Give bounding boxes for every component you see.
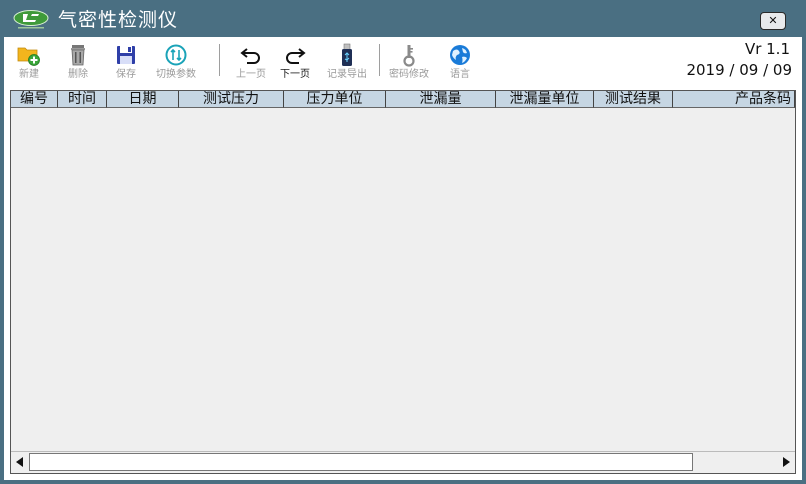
key-icon — [403, 45, 415, 67]
column-header-barcode[interactable]: 产品条码 — [673, 91, 795, 108]
version-text: Vr 1.1 — [744, 40, 790, 58]
next-page-button[interactable]: 下一页 — [270, 39, 320, 83]
switch-params-button[interactable]: 切换参数 — [151, 39, 201, 83]
language-button[interactable]: 语言 — [435, 39, 485, 83]
column-header-id[interactable]: 编号 — [11, 91, 58, 108]
redo-arrow-icon — [286, 48, 306, 64]
records-table[interactable]: 编号 时间 日期 测试压力 压力单位 泄漏量 泄漏量单位 测试结果 产品条码 — [10, 90, 796, 474]
close-button[interactable] — [760, 12, 786, 30]
switch-params-label: 切换参数 — [156, 69, 196, 80]
switch-arrows-icon — [165, 44, 187, 66]
trash-icon — [71, 45, 85, 66]
window-title: 气密性检测仪 — [58, 9, 179, 31]
column-header-pressure-unit[interactable]: 压力单位 — [284, 91, 386, 108]
date-text: 2019 / 09 / 09 — [686, 61, 792, 79]
toolbar: 新建 删除 保存 切换参数 上一页 下一页 记录导出 密码修改 语言 Vr 1.… — [4, 37, 802, 84]
scroll-right-icon[interactable] — [777, 452, 795, 472]
usb-drive-icon — [342, 43, 352, 66]
app-window: 气密性检测仪 新建 — [0, 0, 806, 484]
title-bar[interactable]: 气密性检测仪 — [0, 0, 806, 37]
export-records-button[interactable]: 记录导出 — [322, 39, 372, 83]
table-header: 编号 时间 日期 测试压力 压力单位 泄漏量 泄漏量单位 测试结果 产品条码 — [11, 91, 795, 108]
horizontal-scrollbar[interactable] — [11, 451, 795, 473]
column-header-test-result[interactable]: 测试结果 — [594, 91, 673, 108]
scrollbar-thumb[interactable] — [29, 453, 693, 471]
change-password-button[interactable]: 密码修改 — [384, 39, 434, 83]
column-header-test-pressure[interactable]: 测试压力 — [179, 91, 284, 108]
language-label: 语言 — [450, 69, 470, 80]
scroll-left-icon[interactable] — [11, 452, 29, 472]
column-header-time[interactable]: 时间 — [58, 91, 107, 108]
column-header-leak-amount[interactable]: 泄漏量 — [386, 91, 496, 108]
column-header-leak-unit[interactable]: 泄漏量单位 — [496, 91, 594, 108]
export-records-label: 记录导出 — [327, 69, 367, 80]
folder-add-icon — [17, 47, 40, 66]
globe-icon — [450, 45, 470, 65]
main-panel: 新建 删除 保存 切换参数 上一页 下一页 记录导出 密码修改 语言 Vr 1.… — [4, 37, 802, 480]
company-logo-icon — [13, 10, 49, 29]
save-button[interactable]: 保存 — [101, 39, 151, 83]
undo-arrow-icon — [240, 48, 260, 64]
floppy-disk-icon — [117, 46, 135, 64]
column-header-date[interactable]: 日期 — [107, 91, 179, 108]
